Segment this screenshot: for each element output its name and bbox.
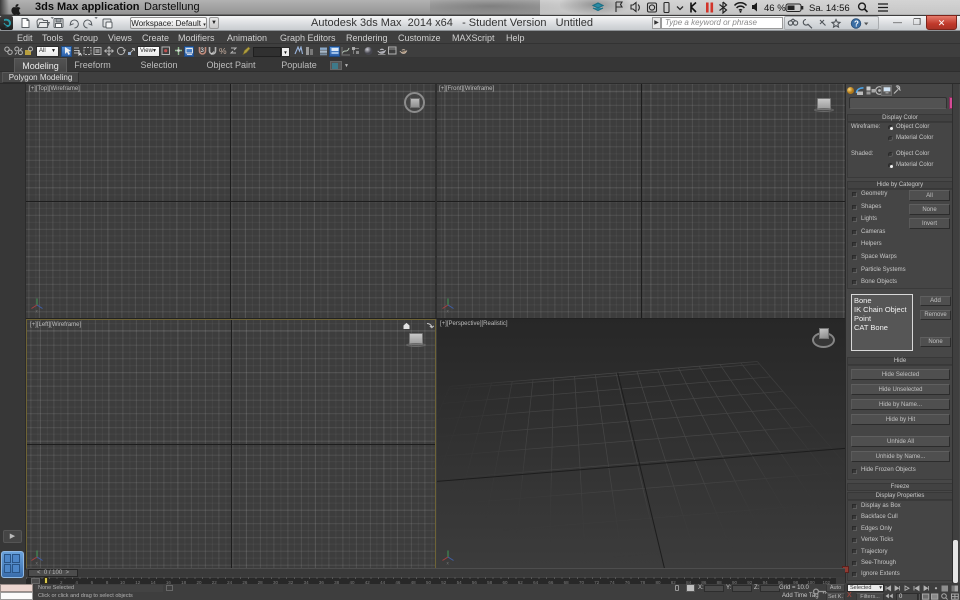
svg-text:x: x bbox=[36, 561, 39, 566]
svg-text:46 %: 46 % bbox=[764, 3, 786, 14]
svg-text:x: x bbox=[36, 309, 39, 314]
svg-text:Sa. 14:56: Sa. 14:56 bbox=[809, 3, 850, 14]
svg-text:x: x bbox=[447, 561, 450, 566]
svg-text:%: % bbox=[219, 46, 227, 56]
svg-text:?: ? bbox=[854, 20, 859, 29]
svg-text:x: x bbox=[447, 309, 450, 314]
